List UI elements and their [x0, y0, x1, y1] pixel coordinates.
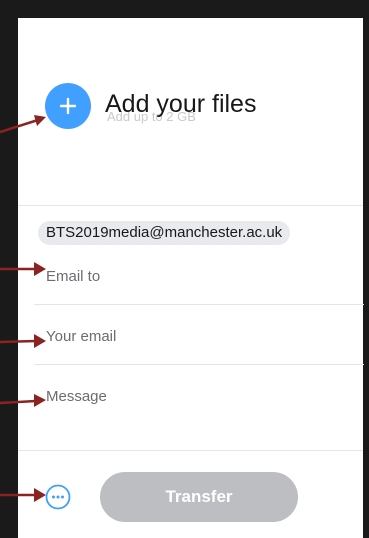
- footer-divider: [18, 450, 363, 451]
- plus-icon: [59, 97, 77, 115]
- email-to-field[interactable]: Email to: [46, 268, 100, 285]
- annotation-arrow-more-options: [0, 488, 46, 502]
- add-files-button[interactable]: [45, 83, 91, 129]
- window-top-edge: [0, 0, 369, 18]
- recipient-chip[interactable]: BTS2019media@manchester.ac.uk: [38, 221, 291, 245]
- email-to-underline: [34, 304, 364, 305]
- your-email-underline: [34, 364, 364, 365]
- your-email-field[interactable]: Your email: [46, 328, 116, 345]
- upload-area[interactable]: Add up to 2 GB Add your files: [18, 18, 363, 206]
- message-field[interactable]: Message: [46, 388, 107, 405]
- more-options-icon: [45, 484, 71, 510]
- annotation-arrow-email-to: [0, 262, 46, 276]
- annotation-arrow-your-email: [0, 334, 46, 348]
- annotation-arrow-add-files: [0, 115, 46, 134]
- window-right-edge: [363, 0, 369, 538]
- upload-divider: [18, 205, 363, 206]
- transfer-panel: Add up to 2 GB Add your files BTS2019med…: [18, 18, 364, 538]
- more-options-button[interactable]: [45, 484, 71, 510]
- annotation-arrow-message: [0, 394, 46, 407]
- add-files-title[interactable]: Add your files: [105, 90, 256, 119]
- transfer-button[interactable]: Transfer: [100, 472, 298, 522]
